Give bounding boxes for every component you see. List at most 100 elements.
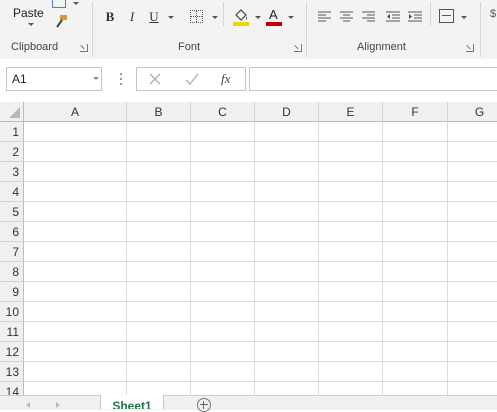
borders-icon[interactable] xyxy=(190,10,203,23)
cell-d1[interactable] xyxy=(255,122,319,142)
merge-center-icon[interactable] xyxy=(439,9,454,23)
cell-b3[interactable] xyxy=(127,162,191,182)
format-painter-icon[interactable] xyxy=(54,14,68,28)
cell-f4[interactable] xyxy=(383,182,448,202)
cell-b1[interactable] xyxy=(127,122,191,142)
cell-b10[interactable] xyxy=(127,302,191,322)
cell-e12[interactable] xyxy=(319,342,383,362)
cell-b2[interactable] xyxy=(127,142,191,162)
cell-f1[interactable] xyxy=(383,122,448,142)
column-header-d[interactable]: D xyxy=(255,102,319,122)
align-left-icon[interactable] xyxy=(318,11,331,22)
clipboard-launcher-icon[interactable] xyxy=(80,44,88,52)
cell-d4[interactable] xyxy=(255,182,319,202)
cell-a14[interactable] xyxy=(24,382,127,395)
row-header-14[interactable]: 14 xyxy=(0,382,24,395)
sheet-tab-sheet1[interactable]: Sheet1 xyxy=(100,395,164,409)
enter-icon[interactable] xyxy=(185,72,199,86)
cell-d13[interactable] xyxy=(255,362,319,382)
cell-e4[interactable] xyxy=(319,182,383,202)
paste-button[interactable]: Paste xyxy=(8,0,50,26)
column-header-c[interactable]: C xyxy=(191,102,255,122)
cell-e1[interactable] xyxy=(319,122,383,142)
cell-e10[interactable] xyxy=(319,302,383,322)
cell-a8[interactable] xyxy=(24,262,127,282)
cell-d12[interactable] xyxy=(255,342,319,362)
cell-b7[interactable] xyxy=(127,242,191,262)
cell-f11[interactable] xyxy=(383,322,448,342)
cell-a10[interactable] xyxy=(24,302,127,322)
cell-c5[interactable] xyxy=(191,202,255,222)
cell-e6[interactable] xyxy=(319,222,383,242)
font-color-icon[interactable]: A xyxy=(266,7,282,27)
number-format-icon[interactable]: $ xyxy=(490,8,497,28)
cell-b5[interactable] xyxy=(127,202,191,222)
cell-b9[interactable] xyxy=(127,282,191,302)
cell-e7[interactable] xyxy=(319,242,383,262)
row-header-1[interactable]: 1 xyxy=(0,122,24,142)
cell-g12[interactable] xyxy=(448,342,497,362)
cell-c6[interactable] xyxy=(191,222,255,242)
row-header-11[interactable]: 11 xyxy=(0,322,24,342)
cell-f8[interactable] xyxy=(383,262,448,282)
decrease-indent-icon[interactable] xyxy=(386,11,400,22)
row-header-9[interactable]: 9 xyxy=(0,282,24,302)
cell-f12[interactable] xyxy=(383,342,448,362)
align-center-icon[interactable] xyxy=(340,11,353,22)
cell-g4[interactable] xyxy=(448,182,497,202)
cell-b11[interactable] xyxy=(127,322,191,342)
cell-e8[interactable] xyxy=(319,262,383,282)
column-header-b[interactable]: B xyxy=(127,102,191,122)
select-all-button[interactable] xyxy=(0,102,24,122)
cell-e14[interactable] xyxy=(319,382,383,395)
cell-a2[interactable] xyxy=(24,142,127,162)
cell-f14[interactable] xyxy=(383,382,448,395)
row-header-6[interactable]: 6 xyxy=(0,222,24,242)
bold-button[interactable]: B xyxy=(103,7,117,27)
cell-f13[interactable] xyxy=(383,362,448,382)
row-header-5[interactable]: 5 xyxy=(0,202,24,222)
cell-d6[interactable] xyxy=(255,222,319,242)
copy-dropdown-icon[interactable] xyxy=(73,2,79,5)
fill-color-icon[interactable] xyxy=(233,8,249,26)
cell-f2[interactable] xyxy=(383,142,448,162)
cell-f7[interactable] xyxy=(383,242,448,262)
cell-a1[interactable] xyxy=(24,122,127,142)
cell-c1[interactable] xyxy=(191,122,255,142)
row-header-3[interactable]: 3 xyxy=(0,162,24,182)
cell-f3[interactable] xyxy=(383,162,448,182)
cell-c9[interactable] xyxy=(191,282,255,302)
insert-function-button[interactable]: fx xyxy=(221,71,230,87)
column-header-f[interactable]: F xyxy=(383,102,448,122)
name-box-dropdown-icon[interactable] xyxy=(93,77,99,80)
fill-color-dropdown-icon[interactable] xyxy=(255,16,261,19)
cell-c4[interactable] xyxy=(191,182,255,202)
cell-d10[interactable] xyxy=(255,302,319,322)
cell-a6[interactable] xyxy=(24,222,127,242)
cell-d14[interactable] xyxy=(255,382,319,395)
row-header-13[interactable]: 13 xyxy=(0,362,24,382)
cell-g9[interactable] xyxy=(448,282,497,302)
cell-b6[interactable] xyxy=(127,222,191,242)
cell-a9[interactable] xyxy=(24,282,127,302)
cell-g7[interactable] xyxy=(448,242,497,262)
cell-f10[interactable] xyxy=(383,302,448,322)
cell-c2[interactable] xyxy=(191,142,255,162)
alignment-launcher-icon[interactable] xyxy=(466,44,474,52)
name-box[interactable]: A1 xyxy=(6,67,102,91)
borders-dropdown-icon[interactable] xyxy=(212,16,218,19)
cell-c14[interactable] xyxy=(191,382,255,395)
cell-e5[interactable] xyxy=(319,202,383,222)
scroll-left-icon[interactable] xyxy=(26,402,30,408)
cell-a7[interactable] xyxy=(24,242,127,262)
cell-e11[interactable] xyxy=(319,322,383,342)
column-header-a[interactable]: A xyxy=(24,102,127,122)
row-header-4[interactable]: 4 xyxy=(0,182,24,202)
cell-d9[interactable] xyxy=(255,282,319,302)
formula-input[interactable] xyxy=(249,67,497,91)
row-header-10[interactable]: 10 xyxy=(0,302,24,322)
cell-b8[interactable] xyxy=(127,262,191,282)
cell-c7[interactable] xyxy=(191,242,255,262)
cell-d2[interactable] xyxy=(255,142,319,162)
merge-center-dropdown-icon[interactable] xyxy=(461,16,467,19)
